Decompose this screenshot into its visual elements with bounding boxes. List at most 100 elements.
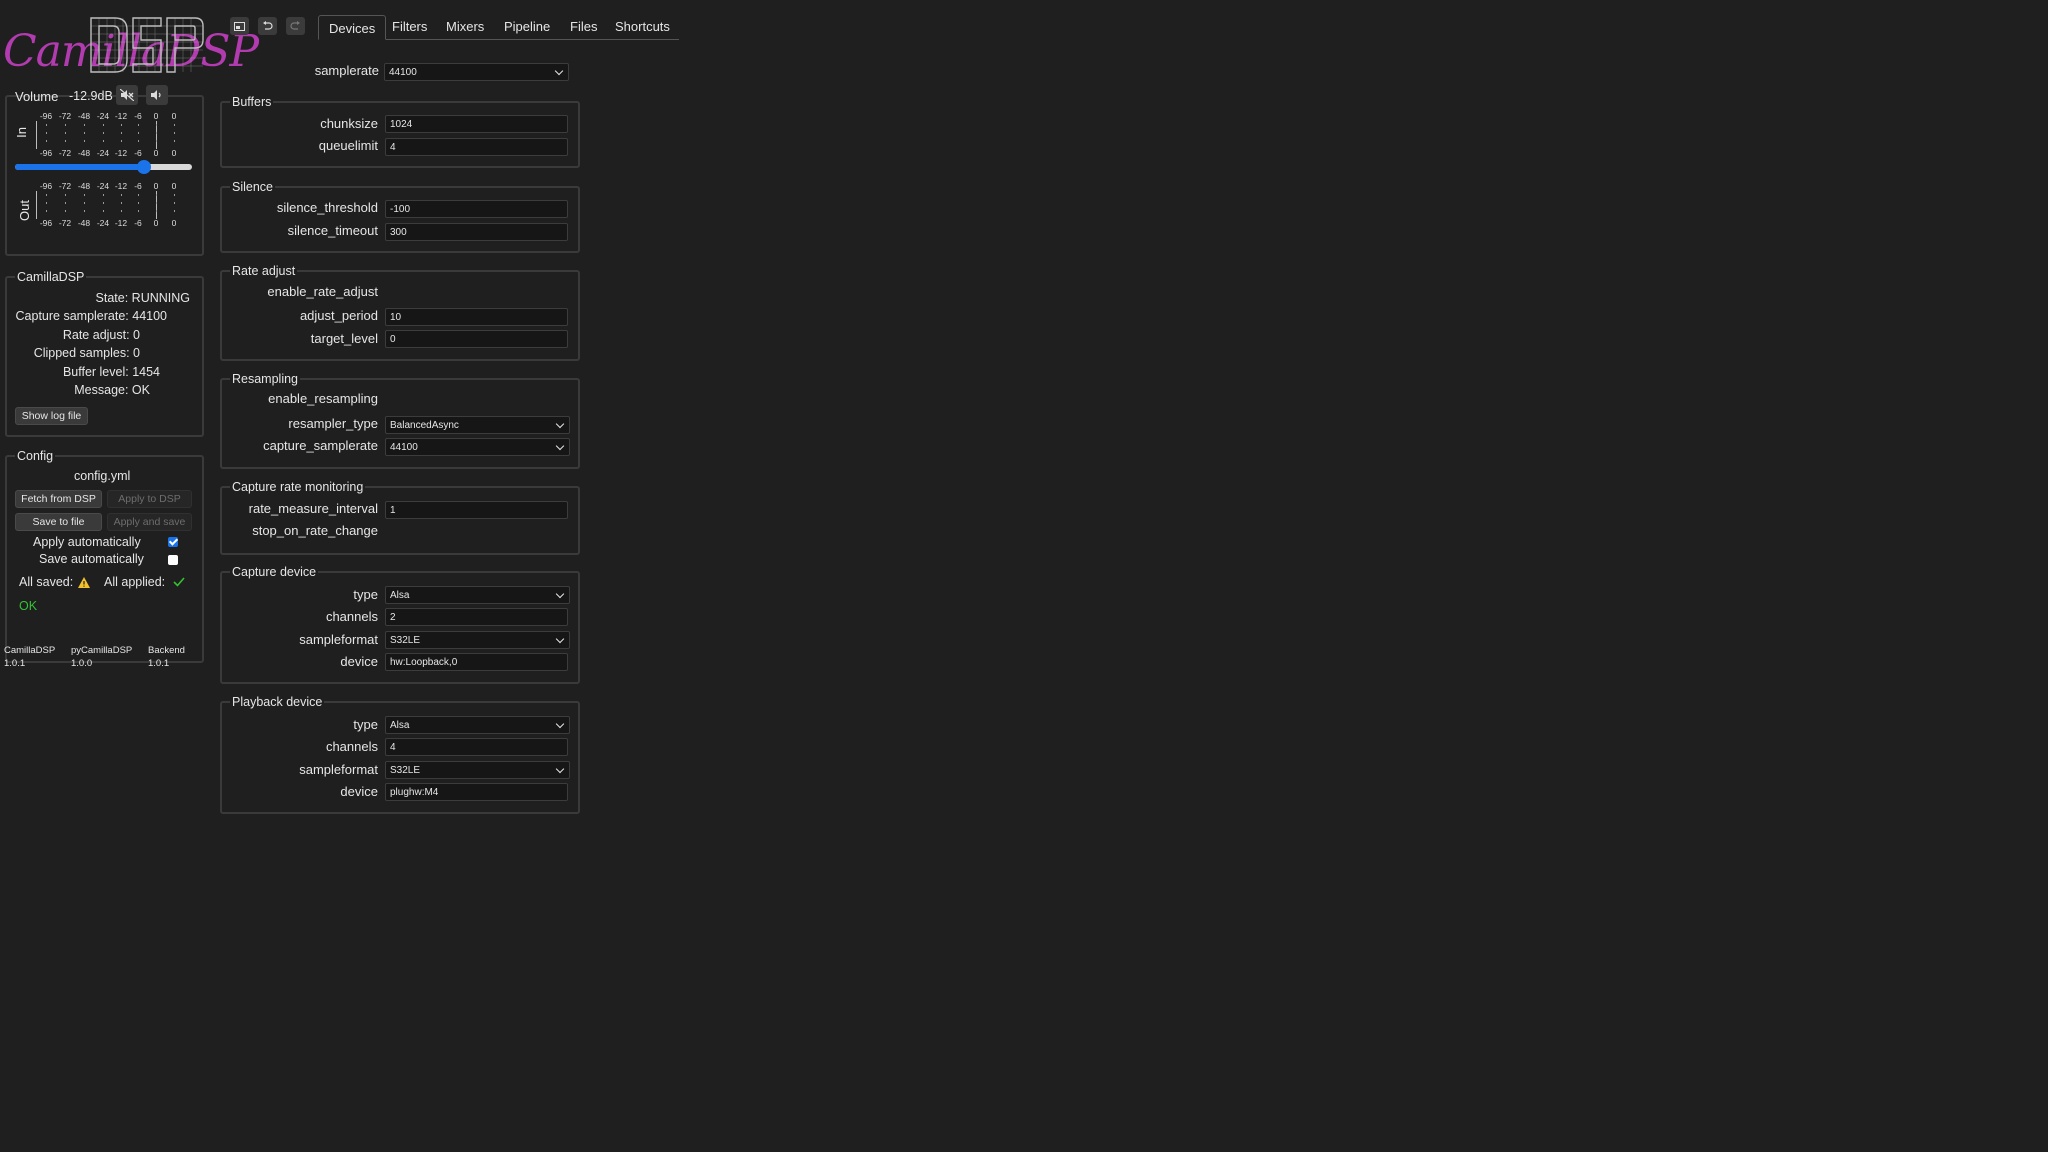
save-to-file-button[interactable]: Save to file [15, 513, 102, 531]
capture-device-group: Capture device type Alsa channels 2 samp… [220, 565, 580, 684]
meter-tick [46, 210, 47, 212]
mute-button[interactable] [116, 85, 138, 105]
apply-and-save-button[interactable]: Apply and save [107, 513, 192, 531]
playback-channels-input[interactable]: 4 [385, 738, 568, 756]
meter-scale-label: 0 [153, 218, 159, 228]
meter-tick [65, 202, 66, 204]
meter-scale-label: -96 [39, 111, 53, 121]
input-value: 300 [390, 227, 407, 238]
input-meter-label: In [13, 127, 29, 138]
apply-automatically-checkbox[interactable] [168, 537, 178, 547]
playback-device-input[interactable]: plughw:M4 [385, 783, 568, 801]
queuelimit-label: queuelimit [318, 138, 378, 153]
meter-tick [103, 210, 104, 212]
chunksize-label: chunksize [320, 116, 378, 131]
status-buffer-level: Buffer level: 1454 [62, 365, 160, 379]
meter-tick [84, 124, 85, 126]
version-name: CamillaDSP [4, 645, 56, 656]
all-applied-label: All applied: [104, 575, 166, 589]
meter-tick [156, 210, 157, 212]
silence-threshold-label: silence_threshold [276, 200, 378, 215]
rate-adjust-group: Rate adjust enable_rate_adjust adjust_pe… [220, 264, 580, 361]
stop-on-rate-change-checkbox[interactable] [385, 530, 395, 540]
queuelimit-input[interactable]: 4 [385, 138, 568, 156]
volume-slider-fill [15, 164, 145, 170]
meter-tick [174, 124, 175, 126]
meter-scale-label: -96 [39, 181, 53, 191]
meter-tick [156, 132, 157, 134]
screen-icon [234, 21, 245, 31]
resampling-title: Resampling [230, 372, 301, 386]
adjust-period-label: adjust_period [299, 308, 378, 323]
meter-tick [138, 132, 139, 134]
tab-label: Filters [392, 19, 428, 34]
rate-measure-interval-input[interactable]: 1 [385, 501, 568, 519]
meter-scale-label: -12 [114, 148, 128, 158]
tab-pipeline[interactable]: Pipeline [504, 19, 550, 34]
warning-icon [78, 577, 90, 588]
silence-timeout-input[interactable]: 300 [385, 223, 568, 241]
apply-to-dsp-button[interactable]: Apply to DSP [107, 490, 192, 508]
meter-tick [138, 202, 139, 204]
undo-icon [263, 21, 273, 30]
tab-shortcuts[interactable]: Shortcuts [615, 19, 670, 34]
meter-tick [65, 194, 66, 196]
enable-resampling-checkbox[interactable] [385, 398, 395, 408]
version-name: pyCamillaDSP [71, 645, 133, 656]
unmute-button[interactable] [146, 85, 168, 105]
capture-device-label: device [340, 654, 378, 669]
silence-threshold-input[interactable]: -100 [385, 200, 568, 218]
enable-rate-adjust-checkbox[interactable] [385, 291, 395, 301]
meter-scale-label: -6 [134, 148, 142, 158]
meter-scale-label: 0 [153, 111, 159, 121]
select-value: S32LE [390, 635, 421, 646]
buffers-title: Buffers [230, 95, 274, 109]
meter-tick [46, 202, 47, 204]
meter-tick [84, 194, 85, 196]
redo-button[interactable] [286, 17, 305, 35]
toggle-sidebar-button[interactable] [230, 17, 249, 35]
meter-tick [103, 124, 104, 126]
meter-tick [174, 132, 175, 134]
samplerate-select[interactable]: 44100 [384, 63, 569, 81]
status-clipped-samples: Clipped samples: 0 [33, 346, 140, 360]
playback-device-label: device [340, 784, 378, 799]
show-log-file-button[interactable]: Show log file [15, 407, 88, 425]
resampler-type-select[interactable]: BalancedAsync [385, 416, 570, 434]
speaker-muted-icon [120, 89, 134, 101]
meter-scale-label: -12 [114, 111, 128, 121]
meter-scale-label: -48 [77, 148, 91, 158]
meter-tick [156, 202, 157, 204]
adjust-period-input[interactable]: 10 [385, 308, 568, 326]
chunksize-input[interactable]: 1024 [385, 115, 568, 133]
undo-button[interactable] [258, 17, 277, 35]
select-value: 44100 [390, 442, 418, 453]
buffers-group: Buffers chunksize 1024 queuelimit 4 [220, 95, 580, 168]
tab-filters[interactable]: Filters [392, 19, 427, 34]
rate-measure-interval-label: rate_measure_interval [248, 501, 378, 516]
tab-files[interactable]: Files [570, 19, 597, 34]
capture-type-label: type [353, 587, 378, 602]
playback-sampleformat-select[interactable]: S32LE [385, 761, 570, 779]
capture-sampleformat-select[interactable]: S32LE [385, 631, 570, 649]
version-number: 1.0.1 [4, 658, 26, 669]
tab-devices[interactable]: Devices [318, 15, 387, 40]
playback-type-select[interactable]: Alsa [385, 716, 570, 734]
capture-channels-label: channels [325, 609, 378, 624]
volume-slider[interactable] [15, 160, 192, 174]
meter-tick [174, 210, 175, 212]
capture-type-select[interactable]: Alsa [385, 586, 570, 604]
capture-samplerate-label: capture_samplerate [263, 438, 378, 453]
capture-rate-monitoring-title: Capture rate monitoring [230, 480, 366, 494]
fetch-from-dsp-button[interactable]: Fetch from DSP [15, 490, 102, 508]
capture-channels-input[interactable]: 2 [385, 608, 568, 626]
config-filename: config.yml [74, 469, 131, 483]
target-level-input[interactable]: 0 [385, 330, 568, 348]
tab-mixers[interactable]: Mixers [446, 19, 484, 34]
save-automatically-checkbox[interactable] [168, 555, 178, 565]
meter-scale-label: 0 [171, 181, 177, 191]
capture-device-input[interactable]: hw:Loopback,0 [385, 653, 568, 671]
meter-tick [174, 194, 175, 196]
meter-scale-label: -6 [134, 181, 142, 191]
capture-samplerate-select[interactable]: 44100 [385, 438, 570, 456]
